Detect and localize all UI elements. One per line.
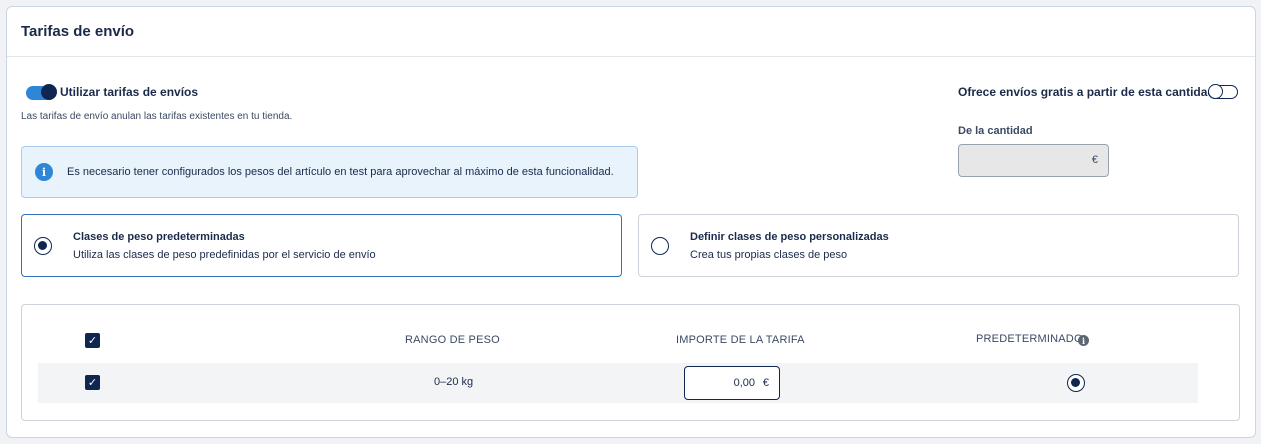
option-description: Crea tus propias clases de peso: [690, 249, 848, 261]
option-title: Clases de peso predeterminadas: [73, 231, 245, 243]
use-rates-help: Las tarifas de envío anulan las tarifas …: [21, 111, 293, 122]
card-header: Tarifas de envío: [7, 7, 1255, 57]
default-info-icon[interactable]: i: [1078, 335, 1089, 346]
option-radio[interactable]: [34, 237, 52, 255]
option-radio[interactable]: [651, 237, 669, 255]
toggle-knob: [1208, 83, 1223, 99]
toggle-knob: [41, 84, 57, 100]
currency-symbol: €: [762, 377, 769, 389]
default-radio[interactable]: [1067, 374, 1085, 392]
column-header-default: PREDETERMINADO: [976, 333, 1083, 345]
currency-symbol: €: [1091, 154, 1098, 166]
free-shipping-amount-input[interactable]: €: [958, 144, 1109, 177]
weight-rates-table: ✓ RANGO DE PESO IMPORTE DE LA TARIFA PRE…: [21, 304, 1240, 421]
column-header-rate-amount: IMPORTE DE LA TARIFA: [676, 334, 805, 346]
info-alert: i Es necesario tener configurados los pe…: [21, 146, 638, 198]
select-all-checkbox[interactable]: ✓: [85, 333, 100, 348]
option-description: Utiliza las clases de peso predefinidas …: [73, 249, 376, 261]
row-checkbox[interactable]: ✓: [85, 375, 100, 390]
shipping-rates-card: Tarifas de envío Utilizar tarifas de env…: [6, 6, 1256, 438]
free-shipping-label: Ofrece envíos gratis a partir de esta ca…: [958, 85, 1215, 99]
amount-label: De la cantidad: [958, 125, 1033, 137]
option-title: Definir clases de peso personalizadas: [690, 231, 889, 243]
free-shipping-toggle[interactable]: [1208, 83, 1238, 99]
card-title: Tarifas de envío: [21, 23, 135, 40]
option-custom-weight-classes[interactable]: Definir clases de peso personalizadas Cr…: [638, 214, 1239, 277]
rate-value: 0,00: [733, 377, 755, 389]
use-rates-label: Utilizar tarifas de envíos: [60, 85, 199, 99]
info-text: Es necesario tener configurados los peso…: [67, 166, 614, 178]
info-icon: i: [35, 163, 53, 181]
option-default-weight-classes[interactable]: Clases de peso predeterminadas Utiliza l…: [21, 214, 622, 277]
use-rates-toggle[interactable]: [26, 84, 57, 100]
column-header-weight-range: RANGO DE PESO: [405, 334, 500, 346]
weight-range-cell: 0–20 kg: [434, 376, 474, 388]
table-row: ✓ 0–20 kg 0,00 €: [38, 363, 1198, 403]
rate-amount-input[interactable]: 0,00 €: [684, 366, 780, 400]
